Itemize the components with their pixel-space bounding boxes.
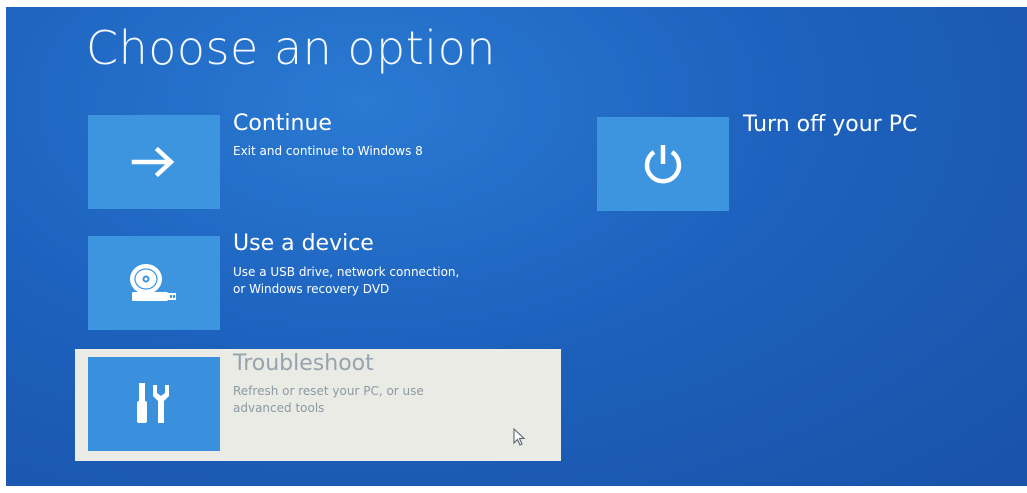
continue-tile[interactable] — [88, 115, 220, 209]
use-device-title: Use a device — [233, 231, 374, 256]
page-title: Choose an option — [86, 21, 496, 75]
troubleshoot-description-line2: advanced tools — [233, 401, 325, 415]
troubleshoot-tile[interactable] — [88, 357, 220, 451]
arrow-right-icon — [131, 146, 175, 178]
turn-off-title: Turn off your PC — [743, 112, 918, 137]
use-device-description: Use a USB drive, network connection, or … — [233, 264, 459, 298]
continue-description: Exit and continue to Windows 8 — [233, 144, 423, 158]
use-device-description-line1: Use a USB drive, network connection, — [233, 265, 460, 279]
power-icon — [644, 145, 682, 184]
use-device-option[interactable]: Use a device Use a USB drive, network co… — [88, 231, 538, 332]
troubleshoot-title: Troubleshoot — [233, 351, 374, 376]
turn-off-tile[interactable] — [597, 117, 729, 211]
mouse-cursor-icon — [513, 427, 526, 446]
disc-drive-icon — [130, 264, 176, 301]
troubleshoot-description: Refresh or reset your PC, or use advance… — [233, 383, 424, 417]
recovery-screen: Choose an option Continue Exit and conti… — [6, 7, 1027, 486]
continue-title: Continue — [233, 111, 332, 136]
troubleshoot-option[interactable]: Troubleshoot Refresh or reset your PC, o… — [75, 349, 561, 461]
tools-icon — [137, 383, 169, 423]
troubleshoot-description-line1: Refresh or reset your PC, or use — [233, 384, 424, 398]
use-device-tile[interactable] — [88, 236, 220, 330]
turn-off-option[interactable]: Turn off your PC — [597, 112, 997, 213]
continue-option[interactable]: Continue Exit and continue to Windows 8 — [88, 111, 488, 211]
use-device-description-line2: or Windows recovery DVD — [233, 282, 390, 296]
